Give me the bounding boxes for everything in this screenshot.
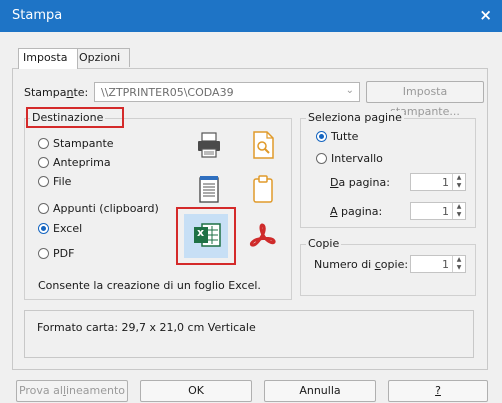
pages-title: Seleziona pagine bbox=[306, 111, 404, 124]
printer-value: \\ZTPRINTER05\CODA39 bbox=[101, 86, 234, 99]
radio-excel[interactable]: Excel bbox=[38, 220, 82, 236]
to-page-text: pagina: bbox=[337, 205, 383, 218]
radio-label: Anteprima bbox=[53, 155, 111, 169]
alignment-test-label: Prova al bbox=[18, 384, 63, 397]
radio-button-selected[interactable] bbox=[316, 130, 327, 142]
radio-tutte[interactable]: Tutte bbox=[316, 128, 358, 144]
to-page-label: A pagina: bbox=[330, 205, 382, 218]
radio-pdf[interactable]: PDF bbox=[38, 245, 74, 261]
radio-label: Excel bbox=[53, 221, 83, 235]
title-bar: Stampa × bbox=[0, 0, 502, 32]
preview-icon[interactable] bbox=[250, 130, 276, 160]
alignment-test-suffix: ineamento bbox=[66, 384, 126, 397]
destination-description: Consente la creazione di un foglio Excel… bbox=[38, 279, 261, 292]
tab-imposta[interactable]: Imposta bbox=[18, 48, 78, 69]
help-button[interactable]: ? bbox=[388, 380, 488, 402]
pdf-icon[interactable] bbox=[249, 222, 277, 250]
ok-button[interactable]: OK bbox=[140, 380, 252, 402]
radio-button[interactable] bbox=[38, 137, 49, 149]
radio-intervallo[interactable]: Intervallo bbox=[316, 150, 383, 166]
printer-label: Stampante: bbox=[24, 86, 88, 99]
chevron-down-icon: ⌄ bbox=[345, 85, 354, 96]
radio-button[interactable] bbox=[38, 247, 49, 259]
tab-opzioni[interactable]: Opzioni bbox=[74, 48, 130, 67]
help-label: ? bbox=[435, 384, 441, 397]
to-page-value: 1 bbox=[442, 205, 449, 218]
copies-title: Copie bbox=[306, 237, 342, 250]
radio-label: File bbox=[53, 174, 72, 188]
destination-highlight bbox=[26, 107, 124, 128]
radio-label: Appunti (clipboard) bbox=[53, 201, 159, 215]
alignment-test-button[interactable]: Prova allineamento bbox=[16, 380, 128, 402]
file-icon[interactable] bbox=[196, 174, 222, 204]
printer-settings-button[interactable]: Imposta stampante... bbox=[366, 81, 484, 118]
to-page-spinner[interactable]: 1 ▲ ▼ bbox=[410, 202, 466, 220]
radio-label: PDF bbox=[53, 246, 75, 260]
from-page-text: a pagina: bbox=[338, 176, 390, 189]
radio-label: Stampante bbox=[53, 136, 114, 150]
radio-file[interactable]: File bbox=[38, 173, 71, 189]
excel-icon-letter: x bbox=[197, 226, 205, 239]
paper-format-box: Formato carta: 29,7 x 21,0 cm Verticale bbox=[24, 310, 474, 358]
radio-button[interactable] bbox=[38, 156, 49, 168]
paper-format-text: Formato carta: 29,7 x 21,0 cm Verticale bbox=[37, 321, 256, 334]
radio-anteprima[interactable]: Anteprima bbox=[38, 154, 111, 170]
printer-select[interactable]: \\ZTPRINTER05\CODA39 ⌄ bbox=[94, 82, 360, 102]
from-page-label: Da pagina: bbox=[330, 176, 390, 189]
radio-appunti[interactable]: Appunti (clipboard) bbox=[38, 200, 159, 216]
from-page-value: 1 bbox=[442, 176, 449, 189]
print-dialog: Stampa × Imposta Opzioni Stampante: \\ZT… bbox=[0, 0, 502, 403]
radio-stampante[interactable]: Stampante bbox=[38, 135, 114, 151]
printer-label-text: Stampa bbox=[24, 86, 67, 99]
radio-button-selected[interactable] bbox=[38, 222, 49, 234]
radio-button[interactable] bbox=[316, 152, 327, 164]
copies-label-suffix: opie: bbox=[380, 258, 409, 271]
cancel-button[interactable]: Annulla bbox=[264, 380, 376, 402]
spinner-arrows-icon[interactable]: ▲ ▼ bbox=[452, 174, 465, 190]
window-title: Stampa bbox=[12, 8, 63, 23]
copies-label: Numero di copie: bbox=[314, 258, 408, 271]
from-page-spinner[interactable]: 1 ▲ ▼ bbox=[410, 173, 466, 191]
close-icon[interactable]: × bbox=[479, 6, 492, 24]
copies-label-text: Numero di bbox=[314, 258, 375, 271]
copies-spinner[interactable]: 1 ▲ ▼ bbox=[410, 255, 466, 273]
radio-label: Tutte bbox=[331, 129, 359, 143]
clipboard-icon[interactable] bbox=[250, 174, 276, 204]
radio-button[interactable] bbox=[38, 175, 49, 187]
spinner-arrows-icon[interactable]: ▲ ▼ bbox=[452, 256, 465, 272]
spinner-arrows-icon[interactable]: ▲ ▼ bbox=[452, 203, 465, 219]
printer-icon[interactable] bbox=[196, 130, 222, 160]
copies-value: 1 bbox=[442, 258, 449, 271]
radio-label: Intervallo bbox=[331, 151, 383, 165]
to-page-mnemonic: A bbox=[330, 205, 338, 218]
radio-button[interactable] bbox=[38, 202, 49, 214]
printer-label-suffix: te: bbox=[73, 86, 89, 99]
